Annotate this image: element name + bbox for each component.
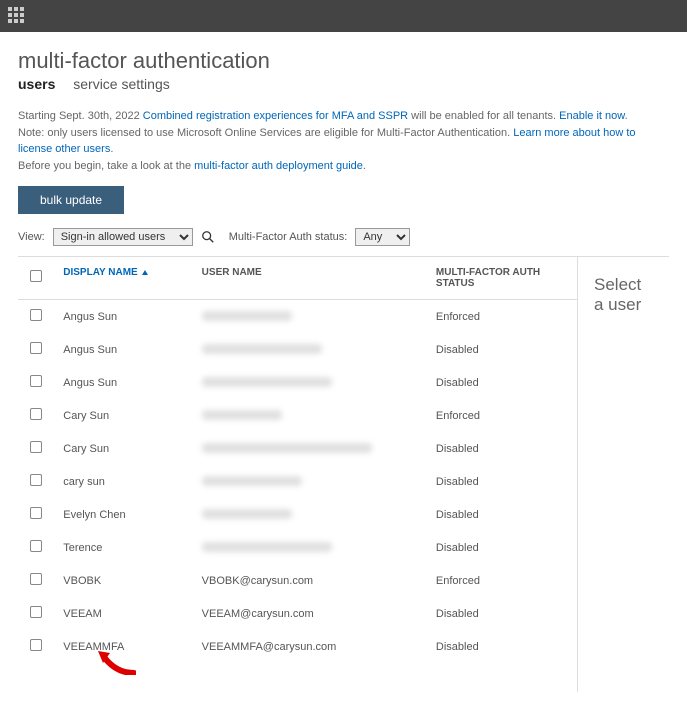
row-checkbox[interactable] [30, 507, 42, 519]
row-checkbox[interactable] [30, 474, 42, 486]
column-header-user-name[interactable]: USER NAME [194, 257, 428, 300]
link-deployment-guide[interactable]: multi-factor auth deployment guide [194, 160, 363, 172]
notice-line2-a: Note: only users licensed to use Microso… [18, 127, 513, 139]
cell-display-name: cary sun [55, 465, 193, 498]
cell-user-name: ******** [194, 465, 428, 498]
cell-mfa-status: Enforced [428, 564, 577, 597]
search-icon[interactable] [201, 230, 215, 244]
table-row[interactable]: cary sun********Disabled [18, 465, 577, 498]
cell-mfa-status: Disabled [428, 465, 577, 498]
select-all-checkbox[interactable] [30, 270, 42, 282]
view-label: View: [18, 231, 45, 243]
cell-display-name: Cary Sun [55, 399, 193, 432]
cell-user-name: VEEAMMFA@carysun.com [194, 630, 428, 663]
table-row[interactable]: Evelyn Chen********Disabled [18, 498, 577, 531]
page-title: multi-factor authentication [18, 48, 669, 74]
row-checkbox[interactable] [30, 639, 42, 651]
cell-mfa-status: Disabled [428, 366, 577, 399]
cell-display-name: Angus Sun [55, 333, 193, 366]
notice-line3-a: Before you begin, take a look at the [18, 160, 194, 172]
filter-bar: View: Sign-in allowed users Multi-Factor… [18, 228, 669, 246]
row-checkbox[interactable] [30, 540, 42, 552]
row-checkbox[interactable] [30, 573, 42, 585]
table-row[interactable]: Terence********Disabled [18, 531, 577, 564]
cell-mfa-status: Disabled [428, 432, 577, 465]
table-row[interactable]: Angus Sun********Disabled [18, 333, 577, 366]
notice-line1-b: will be enabled for all tenants. [408, 110, 559, 122]
cell-user-name: ******** [194, 432, 428, 465]
cell-mfa-status: Disabled [428, 333, 577, 366]
column-header-display-name[interactable]: DISPLAY NAME [55, 257, 193, 300]
tab-users[interactable]: users [18, 76, 55, 94]
cell-user-name: ******** [194, 333, 428, 366]
row-checkbox[interactable] [30, 342, 42, 354]
column-header-mfa-status[interactable]: MULTI-FACTOR AUTH STATUS [428, 257, 577, 300]
cell-mfa-status: Disabled [428, 630, 577, 663]
cell-display-name: VBOBK [55, 564, 193, 597]
row-checkbox[interactable] [30, 606, 42, 618]
notice-line2-b: . [110, 143, 113, 155]
notice-text: Starting Sept. 30th, 2022 Combined regis… [18, 108, 669, 174]
cell-mfa-status: Enforced [428, 399, 577, 432]
view-select[interactable]: Sign-in allowed users [53, 228, 193, 246]
cell-mfa-status: Enforced [428, 300, 577, 334]
status-select[interactable]: Any [355, 228, 410, 246]
tabs: users service settings [18, 76, 669, 94]
side-panel: Select a user [578, 257, 669, 692]
table-row[interactable]: VEEAMVEEAM@carysun.comDisabled [18, 597, 577, 630]
app-launcher-icon[interactable] [8, 7, 26, 25]
cell-display-name: Angus Sun [55, 300, 193, 334]
top-bar [0, 0, 687, 32]
cell-mfa-status: Disabled [428, 531, 577, 564]
table-row[interactable]: Cary Sun********Enforced [18, 399, 577, 432]
side-panel-title: Select a user [594, 275, 653, 315]
table-row[interactable]: Angus Sun********Enforced [18, 300, 577, 334]
cell-mfa-status: Disabled [428, 498, 577, 531]
cell-mfa-status: Disabled [428, 597, 577, 630]
cell-user-name: ******** [194, 498, 428, 531]
table-row[interactable]: Cary Sun********Disabled [18, 432, 577, 465]
notice-line1-a: Starting Sept. 30th, 2022 [18, 110, 143, 122]
users-table-wrap: DISPLAY NAME USER NAME MULTI-FACTOR AUTH… [18, 257, 578, 692]
cell-user-name: ******** [194, 399, 428, 432]
cell-display-name: Evelyn Chen [55, 498, 193, 531]
row-checkbox[interactable] [30, 408, 42, 420]
row-checkbox[interactable] [30, 309, 42, 321]
cell-user-name: VBOBK@carysun.com [194, 564, 428, 597]
table-row[interactable]: Angus Sun********Disabled [18, 366, 577, 399]
tab-service-settings[interactable]: service settings [73, 76, 169, 94]
cell-display-name: VEEAMMFA [55, 630, 193, 663]
bulk-update-button[interactable]: bulk update [18, 186, 124, 214]
cell-user-name: ******** [194, 531, 428, 564]
notice-line3-b: . [363, 160, 366, 172]
cell-user-name: ******** [194, 300, 428, 334]
cell-display-name: Cary Sun [55, 432, 193, 465]
table-row[interactable]: VBOBKVBOBK@carysun.comEnforced [18, 564, 577, 597]
cell-display-name: Angus Sun [55, 366, 193, 399]
row-checkbox[interactable] [30, 441, 42, 453]
cell-user-name: VEEAM@carysun.com [194, 597, 428, 630]
sort-ascending-icon [142, 270, 148, 275]
cell-user-name: ******** [194, 366, 428, 399]
status-label: Multi-Factor Auth status: [229, 231, 348, 243]
cell-display-name: VEEAM [55, 597, 193, 630]
link-enable-now[interactable]: Enable it now [559, 110, 624, 122]
row-checkbox[interactable] [30, 375, 42, 387]
column-header-checkbox [18, 257, 55, 300]
users-table: DISPLAY NAME USER NAME MULTI-FACTOR AUTH… [18, 257, 577, 663]
link-combined-registration[interactable]: Combined registration experiences for MF… [143, 110, 408, 122]
cell-display-name: Terence [55, 531, 193, 564]
table-row[interactable]: VEEAMMFAVEEAMMFA@carysun.comDisabled [18, 630, 577, 663]
notice-line1-c: . [625, 110, 628, 122]
